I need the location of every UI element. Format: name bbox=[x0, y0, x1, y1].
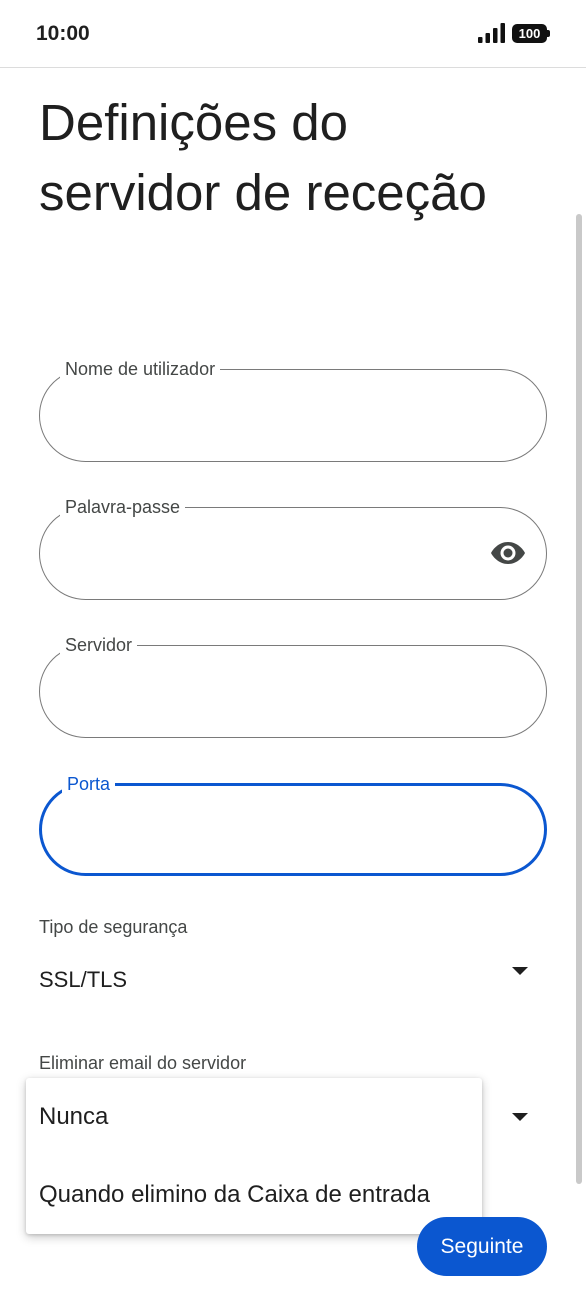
menu-item-when-deleted-from-inbox[interactable]: Quando elimino da Caixa de entrada bbox=[26, 1156, 482, 1234]
server-field[interactable]: Servidor bbox=[39, 633, 547, 738]
port-field[interactable]: Porta bbox=[39, 772, 547, 876]
eye-icon[interactable] bbox=[490, 540, 526, 566]
server-input[interactable] bbox=[66, 670, 466, 714]
security-type-value: SSL/TLS bbox=[39, 967, 128, 992]
username-field[interactable]: Nome de utilizador bbox=[39, 357, 547, 462]
password-input[interactable] bbox=[66, 532, 466, 576]
status-time: 10:00 bbox=[36, 22, 90, 45]
server-label: Servidor bbox=[60, 633, 138, 657]
port-input[interactable] bbox=[68, 810, 468, 854]
security-type-select[interactable]: SSL/TLS bbox=[39, 955, 547, 1005]
chevron-down-icon bbox=[512, 967, 528, 975]
battery-level: 100 bbox=[518, 26, 541, 41]
delete-email-label: Eliminar email do servidor bbox=[39, 1053, 247, 1073]
port-label: Porta bbox=[62, 772, 116, 796]
menu-item-never[interactable]: Nunca bbox=[26, 1078, 482, 1156]
scrollbar[interactable] bbox=[576, 214, 582, 1184]
username-input[interactable] bbox=[66, 394, 466, 438]
page-title: Definições do servidor de receção bbox=[39, 94, 487, 221]
chevron-down-icon bbox=[512, 1113, 528, 1121]
signal-icon bbox=[478, 23, 505, 43]
username-label: Nome de utilizador bbox=[60, 357, 221, 381]
battery-icon: 100 bbox=[512, 24, 550, 44]
status-bar: 10:00 100 bbox=[0, 0, 586, 68]
password-label: Palavra-passe bbox=[60, 495, 186, 519]
security-type-label: Tipo de segurança bbox=[39, 917, 188, 937]
dropdown-menu: Nunca Quando elimino da Caixa de entrada bbox=[26, 1078, 482, 1234]
next-button[interactable]: Seguinte bbox=[417, 1217, 547, 1276]
password-field[interactable]: Palavra-passe bbox=[39, 495, 547, 600]
